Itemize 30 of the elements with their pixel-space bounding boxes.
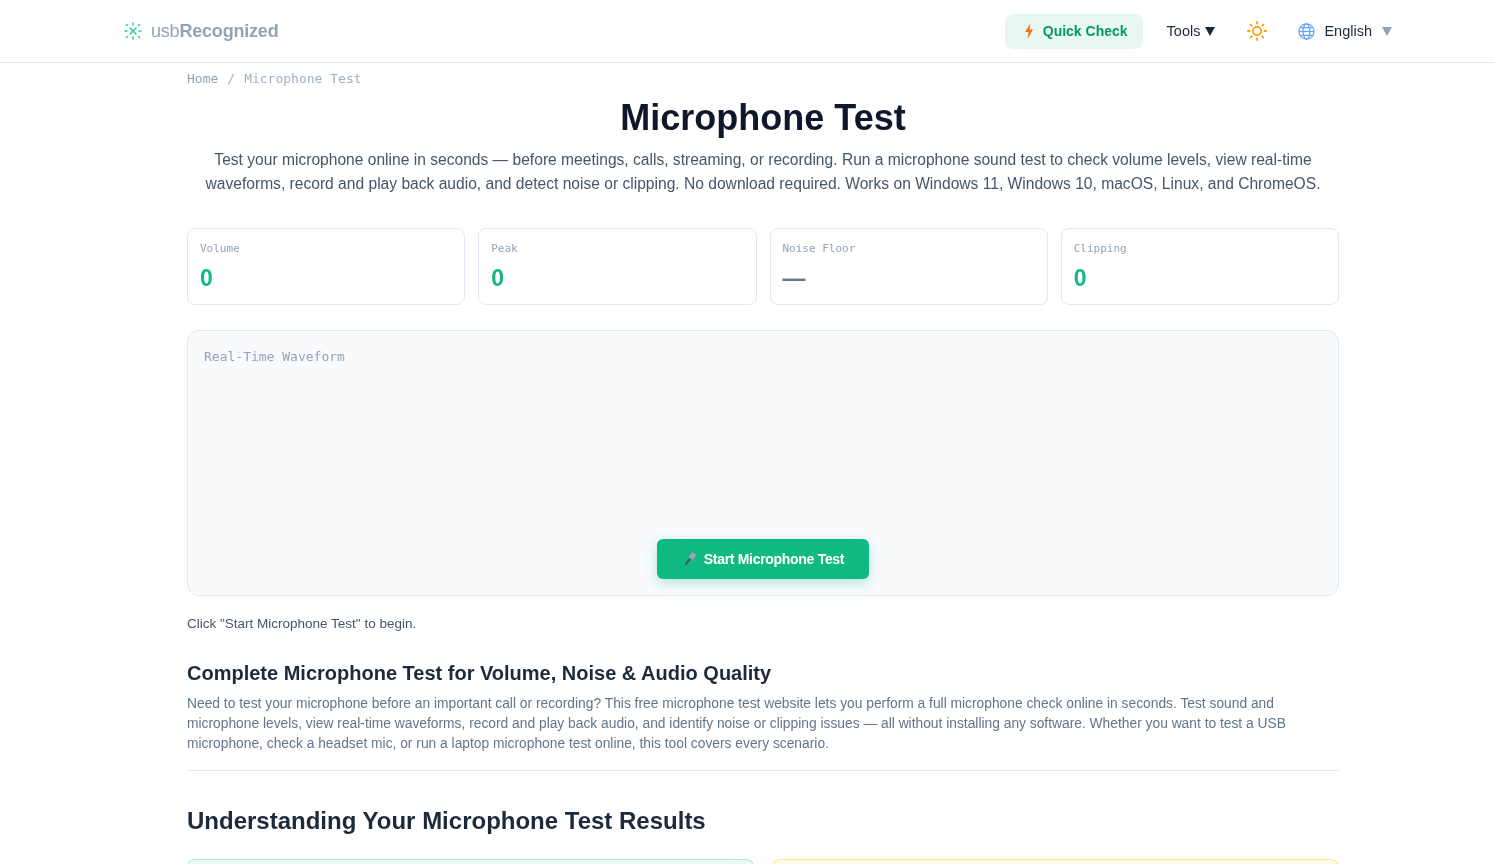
intro-text: Test your microphone online in seconds — before meetings, calls, streaming, or recording. Run a microphone sound test to check volume levels, view real-time waveforms, record and play back audio, and detect noise or clipping. No download required. Works on Windows 11, Windows 10, macOS, Linux, and ChromeOS. xyxy=(204,150,1322,194)
page-title: Microphone Test xyxy=(619,96,907,140)
stat-value: 0 xyxy=(1073,264,1087,292)
waveform-label: Real-Time Waveform xyxy=(204,348,345,366)
stat-value: 0 xyxy=(200,264,213,292)
stat-label: Peak xyxy=(491,242,518,256)
stat-value: 0 xyxy=(491,264,505,292)
language-selector[interactable]: English xyxy=(1298,22,1392,40)
logo-link[interactable]: usbRecognized xyxy=(124,20,279,42)
caret-icon xyxy=(1205,26,1216,36)
stat-label: Noise Floor xyxy=(782,242,856,256)
breadcrumb-link[interactable]: Home xyxy=(187,70,219,86)
sparkle-icon xyxy=(124,22,142,40)
status-text: Click "Start Microphone Test" to begin. xyxy=(187,615,417,633)
section-heading: Understanding Your Microphone Test Results xyxy=(187,806,706,836)
sun-icon xyxy=(1247,21,1268,41)
globe-icon xyxy=(1298,22,1316,40)
theme-toggle[interactable] xyxy=(1247,21,1268,41)
caret-icon xyxy=(1382,26,1392,36)
start-test-button[interactable]: Start Microphone Test xyxy=(657,539,869,579)
breadcrumb-separator: / xyxy=(227,70,236,86)
stat-label: Volume xyxy=(200,242,240,256)
breadcrumb-current: Microphone Test xyxy=(244,70,362,86)
stat-label: Clipping xyxy=(1073,242,1127,256)
section-text: Need to test your microphone before an important call or recording? This free microphone test website lets you perform a full microphone check online in seconds. Test sound and microphone levels, view real-time waveforms, record and play back audio, and identify noise or clipping issues — all without installing any software. Whether you want to test a USB microphone, check a headset mic, or run a laptop microphone test online, this tool covers every scenario. xyxy=(187,695,1287,753)
quick-check-button[interactable]: Quick Check xyxy=(1004,13,1143,49)
section-heading: Complete Microphone Test for Volume, Noise & Audio Quality xyxy=(187,661,772,686)
stat-value: — xyxy=(782,264,806,292)
lightning-icon xyxy=(1023,23,1034,39)
tools-menu[interactable]: Tools xyxy=(1166,23,1216,39)
